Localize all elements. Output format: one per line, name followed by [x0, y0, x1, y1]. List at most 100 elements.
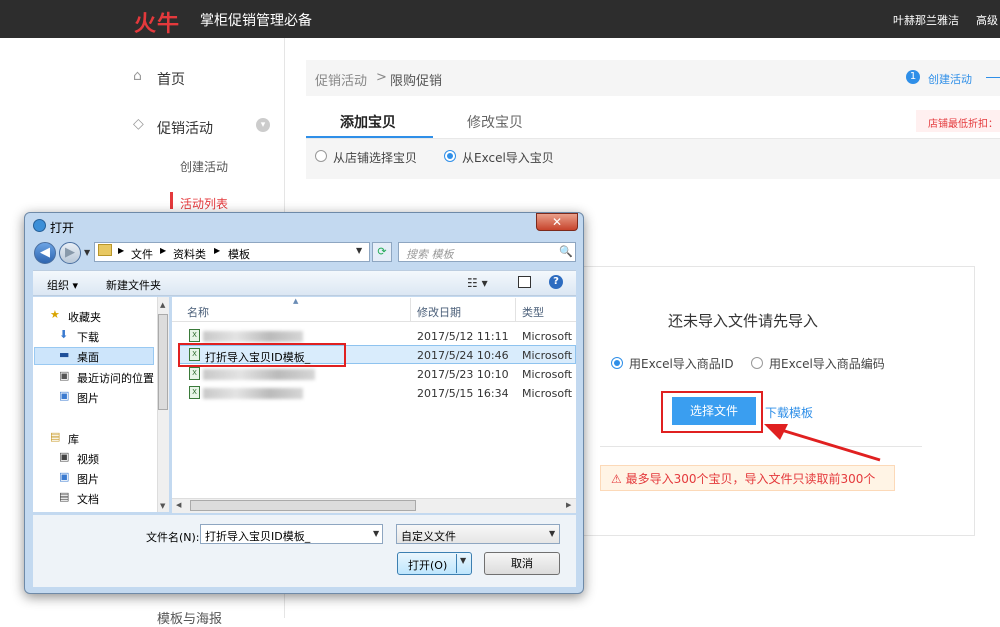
path-separator-icon: ▶ — [118, 246, 125, 255]
nav-desktop[interactable]: 桌面 — [77, 349, 99, 365]
view-options-icon[interactable]: ☷ ▾ — [467, 276, 488, 290]
breadcrumb-parent[interactable]: 促销活动 — [315, 70, 367, 89]
radio-import-id-label[interactable]: 用Excel导入商品ID — [629, 355, 734, 372]
close-button[interactable]: ✕ — [536, 213, 578, 231]
excel-file-icon: X — [189, 386, 200, 399]
document-icon: ▤ — [59, 490, 70, 503]
column-date[interactable]: 修改日期 — [417, 304, 461, 320]
step-number: 1 — [906, 70, 920, 84]
scroll-right-icon[interactable]: ▶ — [566, 501, 571, 509]
logo[interactable]: 火牛 — [134, 6, 180, 38]
path-part-files[interactable]: 文件 — [131, 246, 153, 262]
highlight-box — [661, 391, 763, 433]
excel-file-icon: X — [189, 329, 200, 342]
file-type: Microsoft — [522, 349, 573, 362]
radio-import-code-label[interactable]: 用Excel导入商品编码 — [769, 355, 885, 372]
advanced-link[interactable]: 高级 — [976, 12, 998, 28]
nav-library[interactable]: 库 — [68, 431, 79, 447]
preview-pane-icon[interactable] — [518, 276, 531, 288]
sidebar-item-create[interactable]: 创建活动 — [180, 158, 228, 175]
active-indicator — [170, 192, 173, 209]
star-icon: ★ — [50, 308, 60, 321]
blurred-filename — [203, 369, 315, 380]
nav-lib-pictures[interactable]: 图片 — [77, 471, 99, 487]
app-title: 掌柜促销管理必备 — [200, 13, 312, 29]
download-icon: ⬇ — [59, 328, 69, 341]
open-dropdown-icon[interactable]: ▼ — [460, 556, 466, 565]
sidebar-item-promo[interactable]: 促销活动 — [157, 118, 213, 138]
back-arrow-icon[interactable]: ◀ — [34, 242, 56, 264]
recent-places-icon: ▣ — [59, 369, 70, 382]
discount-note: 店铺最低折扣： — [916, 110, 1000, 132]
column-name[interactable]: 名称 — [187, 304, 209, 320]
tab-edit-items[interactable]: 修改宝贝 — [467, 112, 523, 132]
pictures-icon: ▣ — [59, 470, 70, 483]
search-icon[interactable]: 🔍 — [559, 245, 573, 258]
warning-banner: ⚠ 最多导入300个宝贝，导入文件只读取前300个 — [600, 465, 895, 491]
open-button-split — [456, 554, 457, 573]
nav-documents[interactable]: 文档 — [77, 491, 99, 507]
forward-arrow-icon[interactable]: ▶ — [59, 242, 81, 264]
organize-menu[interactable]: 组织 ▾ — [47, 277, 78, 293]
new-folder-button[interactable]: 新建文件夹 — [106, 277, 161, 293]
dialog-title: 打开 — [50, 221, 75, 235]
filetype-select[interactable]: 自定义文件 — [396, 524, 560, 544]
dialog-app-icon — [33, 219, 46, 232]
radio-from-shop-label[interactable]: 从店铺选择宝贝 — [333, 149, 417, 166]
cancel-button[interactable]: 取消 — [484, 552, 560, 575]
vertical-scroll-thumb[interactable] — [158, 314, 168, 410]
filename-dropdown-icon[interactable]: ▼ — [373, 529, 379, 538]
column-separator — [410, 298, 411, 322]
radio-from-excel[interactable] — [444, 150, 456, 162]
import-title: 还未导入文件请先导入 — [668, 312, 819, 330]
desktop-icon: ▬ — [59, 348, 70, 361]
user-name[interactable]: 叶赫那兰雅洁 — [893, 12, 959, 28]
library-icon: ▤ — [50, 430, 61, 443]
search-input[interactable]: 搜索 模板 — [398, 242, 576, 262]
file-date: 2017/5/23 10:10 — [417, 368, 509, 381]
nav-videos[interactable]: 视频 — [77, 451, 99, 467]
blurred-filename — [203, 388, 303, 399]
path-part-docs[interactable]: 资料类 — [173, 246, 206, 262]
horizontal-scroll-thumb[interactable] — [190, 500, 416, 511]
radio-from-excel-label[interactable]: 从Excel导入宝贝 — [462, 149, 554, 166]
file-type: Microsoft — [522, 330, 573, 343]
sidebar-item-list[interactable]: 活动列表 — [180, 195, 228, 212]
scroll-up-icon[interactable]: ▲ — [160, 301, 165, 309]
help-icon[interactable]: ? — [549, 275, 563, 289]
nav-favorites[interactable]: 收藏夹 — [68, 309, 101, 325]
filetype-dropdown-icon[interactable]: ▼ — [549, 529, 555, 538]
file-type: Microsoft — [522, 387, 573, 400]
path-separator-icon: ▶ — [160, 246, 167, 255]
warning-icon: ⚠ — [611, 472, 622, 486]
download-template-link[interactable]: 下载模板 — [765, 404, 813, 421]
nav-downloads[interactable]: 下载 — [77, 329, 99, 345]
arrow-icon — [764, 424, 881, 462]
tab-active-underline — [306, 136, 433, 138]
chevron-down-icon[interactable]: ▾ — [256, 118, 270, 132]
video-icon: ▣ — [59, 450, 70, 463]
tag-icon: ◇ — [133, 116, 144, 132]
nav-pictures[interactable]: 图片 — [77, 390, 99, 406]
step-label: 创建活动 — [928, 73, 972, 86]
file-date: 2017/5/24 10:46 — [417, 349, 509, 362]
path-separator-icon: ▶ — [214, 246, 221, 255]
radio-from-shop[interactable] — [315, 150, 327, 162]
sidebar-item-home[interactable]: 首页 — [157, 69, 185, 89]
nav-recent[interactable]: 最近访问的位置 — [77, 370, 154, 386]
tab-add-items[interactable]: 添加宝贝 — [340, 112, 396, 132]
file-type: Microsoft — [522, 368, 573, 381]
breadcrumb-sep: > — [376, 70, 387, 85]
step-line — [986, 77, 1000, 78]
sort-up-icon: ▲ — [293, 297, 299, 305]
radio-import-code[interactable] — [751, 357, 763, 369]
filename-input[interactable]: 打折导入宝贝ID模板_ — [200, 524, 383, 544]
scroll-left-icon[interactable]: ◀ — [176, 501, 181, 509]
column-type[interactable]: 类型 — [522, 304, 544, 320]
history-dropdown-icon[interactable]: ▼ — [84, 248, 90, 257]
refresh-icon[interactable]: ⟳ — [372, 242, 392, 262]
path-part-templates[interactable]: 模板 — [228, 246, 250, 262]
radio-import-id[interactable] — [611, 357, 623, 369]
address-dropdown-icon[interactable]: ▼ — [356, 246, 362, 255]
scroll-down-icon[interactable]: ▼ — [160, 502, 165, 510]
